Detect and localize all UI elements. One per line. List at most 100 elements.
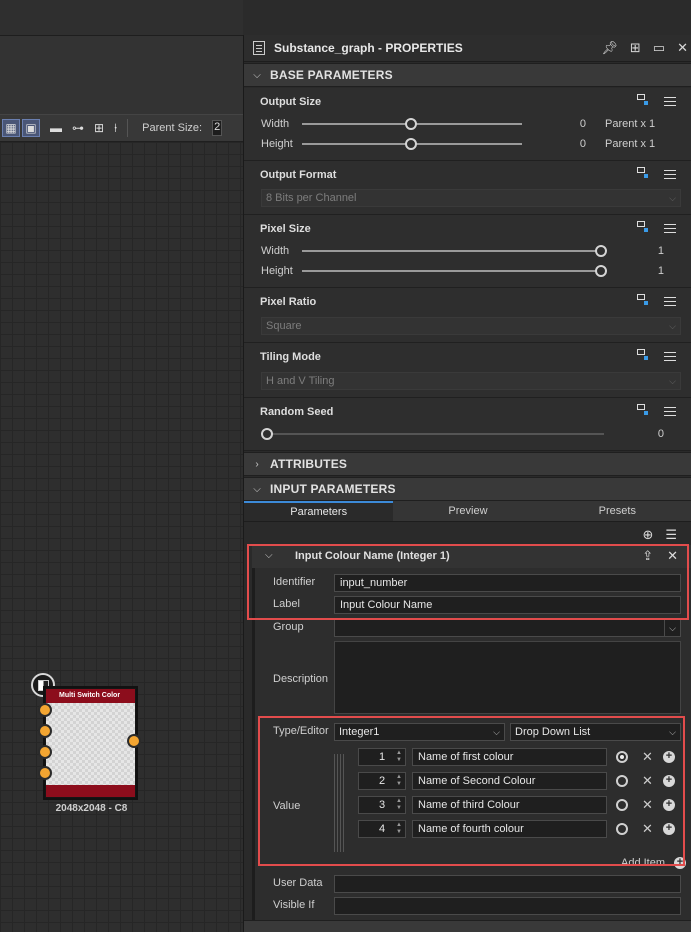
next-section-header[interactable] <box>244 920 691 932</box>
options-menu-icon[interactable]: ☰ <box>665 527 677 543</box>
frame-icon[interactable]: ⊶ <box>72 122 84 134</box>
pixel-ratio-select[interactable]: Square ⌵ <box>261 317 681 335</box>
group-output-format: Output Format 8 Bits per Channel ⌵ <box>244 161 691 215</box>
width-slider-knob[interactable] <box>405 118 417 130</box>
chevron-down-icon: ⌵ <box>669 193 676 203</box>
view-mode-2-button[interactable]: ▣ <box>22 119 40 137</box>
user-data-input[interactable] <box>334 875 681 893</box>
pin-icon[interactable]: 📌︎ <box>601 40 618 56</box>
group-label: Group <box>273 621 304 633</box>
group-random-seed: Random Seed 0 <box>244 398 691 451</box>
group-title: Output Format <box>260 169 337 181</box>
group-tiling-mode: Tiling Mode H and V Tiling ⌵ <box>244 343 691 398</box>
group-output-size: Output Size Width 0 Parent x 1 Height 0 … <box>244 88 691 161</box>
width-slider-track[interactable] <box>302 250 602 252</box>
width-value: 0 <box>579 118 586 130</box>
options-icon[interactable] <box>664 223 678 235</box>
group-title: Tiling Mode <box>260 351 321 363</box>
section-title: ATTRIBUTES <box>270 457 348 471</box>
options-icon[interactable] <box>664 406 678 418</box>
height-label: Height <box>261 138 293 150</box>
description-label: Description <box>273 673 329 685</box>
section-input-parameters[interactable]: ⌵ INPUT PARAMETERS <box>244 477 691 501</box>
group-title: Random Seed <box>260 406 334 418</box>
parent-size-label: Parent Size: <box>142 122 203 134</box>
width-label: Width <box>261 118 290 130</box>
section-title: INPUT PARAMETERS <box>270 482 396 496</box>
node-resolution-caption: 2048x2048 - C8 <box>55 803 128 814</box>
tab-preview[interactable]: Preview <box>393 501 542 521</box>
comment-icon[interactable]: ▬ <box>50 122 62 134</box>
node-input-port-3[interactable] <box>38 745 52 759</box>
highlight-box-values <box>258 716 685 866</box>
node-input-port-1[interactable] <box>38 703 52 717</box>
height-slider-knob[interactable] <box>405 138 417 150</box>
maximize-icon[interactable]: ▭ <box>653 40 665 56</box>
tab-parameters[interactable]: Parameters <box>244 501 394 521</box>
random-seed-slider-knob[interactable] <box>261 428 273 440</box>
graph-link-icon[interactable] <box>636 220 650 234</box>
tile-icon[interactable]: ⊞ <box>630 40 641 56</box>
random-seed-slider-track[interactable] <box>264 433 604 435</box>
multi-switch-color-node[interactable]: Multi Switch Color <box>38 686 141 800</box>
width-suffix: Parent x 1 <box>605 118 656 130</box>
input-parameters-tabs: Parameters Preview Presets <box>244 501 691 522</box>
group-pixel-size: Pixel Size Width 1 Height 1 <box>244 215 691 288</box>
pin-icon[interactable]: ⍿ <box>114 122 117 134</box>
close-icon[interactable]: ✕ <box>677 40 688 56</box>
node-output-port[interactable] <box>127 734 141 748</box>
width-slider-knob[interactable] <box>595 245 607 257</box>
view-mode-icon: ▦ <box>5 121 17 135</box>
view-mode-icon: ▣ <box>25 121 37 135</box>
section-base-parameters[interactable]: ⌵ BASE PARAMETERS <box>244 63 691 87</box>
options-icon[interactable] <box>664 169 678 181</box>
description-textarea[interactable] <box>334 641 681 714</box>
document-icon <box>253 41 265 55</box>
options-icon[interactable] <box>664 351 678 363</box>
view-mode-1-button[interactable]: ▦ <box>2 119 20 137</box>
panel-title-bar: Substance_graph - PROPERTIES 📌︎ ⊞ ▭ ✕ <box>244 35 691 62</box>
chevron-right-icon: › <box>255 458 259 470</box>
section-attributes[interactable]: › ATTRIBUTES <box>244 452 691 476</box>
chevron-down-icon: ⌵ <box>253 69 261 81</box>
options-icon[interactable] <box>664 96 678 108</box>
chevron-down-icon: ⌵ <box>669 376 676 386</box>
visible-if-label: Visible If <box>273 899 315 911</box>
graph-header-strip <box>0 36 243 114</box>
highlight-box-identifier <box>247 544 689 620</box>
output-format-select[interactable]: 8 Bits per Channel ⌵ <box>261 189 681 207</box>
select-value: 8 Bits per Channel <box>266 192 357 204</box>
height-value: 0 <box>579 138 586 150</box>
graph-link-icon[interactable] <box>636 348 650 362</box>
group-pixel-ratio: Pixel Ratio Square ⌵ <box>244 288 691 343</box>
tab-presets[interactable]: Presets <box>543 501 691 521</box>
group-title: Output Size <box>260 96 322 108</box>
toolbar-divider <box>127 119 129 137</box>
group-select[interactable]: ⌵ <box>334 619 681 637</box>
height-slider-knob[interactable] <box>595 265 607 277</box>
height-label: Height <box>261 265 293 277</box>
graph-link-icon[interactable] <box>636 93 650 107</box>
select-value: Square <box>266 320 302 332</box>
node-footer <box>46 785 135 797</box>
properties-panel: Substance_graph - PROPERTIES 📌︎ ⊞ ▭ ✕ ⌵ … <box>243 35 691 932</box>
navigation-pin-icon[interactable]: ⊞ <box>94 122 104 134</box>
graph-link-icon[interactable] <box>636 403 650 417</box>
node-input-port-2[interactable] <box>38 724 52 738</box>
tiling-mode-select[interactable]: H and V Tiling ⌵ <box>261 372 681 390</box>
graph-link-icon[interactable] <box>636 293 650 307</box>
user-data-label: User Data <box>273 877 323 889</box>
options-icon[interactable] <box>664 296 678 308</box>
parameters-toolbar: ⊕ ☰ <box>642 527 677 543</box>
add-parameter-icon[interactable]: ⊕ <box>642 527 653 543</box>
height-suffix: Parent x 1 <box>605 138 656 150</box>
visible-if-input[interactable] <box>334 897 681 915</box>
parent-size-input[interactable]: 2 <box>212 120 223 136</box>
graph-link-icon[interactable] <box>636 166 650 180</box>
chevron-down-icon[interactable]: ⌵ <box>664 620 680 636</box>
chevron-down-icon: ⌵ <box>669 321 676 331</box>
node-input-port-4[interactable] <box>38 766 52 780</box>
node-thumbnail <box>46 703 135 785</box>
height-slider-track[interactable] <box>302 270 602 272</box>
width-label: Width <box>261 245 290 257</box>
